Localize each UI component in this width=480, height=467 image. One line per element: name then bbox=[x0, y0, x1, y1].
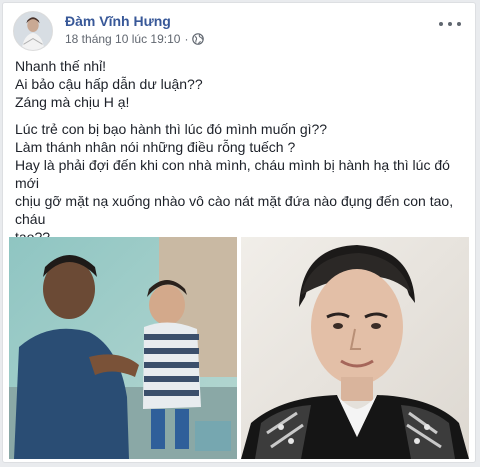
dot bbox=[448, 22, 452, 26]
globe-icon[interactable] bbox=[192, 33, 205, 45]
post-header: Đàm Vĩnh Hưng 18 tháng 10 lúc 19:10 · bbox=[13, 11, 465, 51]
post-line: chịu gỡ mặt nạ xuống nhào vô cào nát mặt… bbox=[15, 193, 454, 227]
author-avatar[interactable] bbox=[13, 11, 53, 51]
avatar-image bbox=[14, 12, 52, 50]
post-line: Nhanh thế nhỉ! bbox=[15, 58, 107, 74]
post-timestamp[interactable]: 18 tháng 10 lúc 19:10 bbox=[65, 32, 180, 46]
post-line: Ai bảo cậu hấp dẫn dư luận?? bbox=[15, 76, 203, 92]
post-options-icon[interactable] bbox=[439, 17, 461, 31]
photo-right-image bbox=[241, 237, 469, 459]
post-photos bbox=[9, 237, 469, 459]
photo-left-image bbox=[9, 237, 237, 459]
post-line: Hay là phải đợi đến khi con nhà mình, ch… bbox=[15, 157, 450, 191]
post-line: Làm thánh nhân nói những điều rỗng tuếch… bbox=[15, 139, 296, 155]
dot bbox=[457, 22, 461, 26]
post-card: Đàm Vĩnh Hưng 18 tháng 10 lúc 19:10 · Nh… bbox=[2, 2, 476, 463]
post-line: Lúc trẻ con bị bạo hành thì lúc đó mình … bbox=[15, 121, 328, 137]
author-name-link[interactable]: Đàm Vĩnh Hưng bbox=[65, 13, 171, 29]
photo-right[interactable] bbox=[241, 237, 469, 459]
post-meta: 18 tháng 10 lúc 19:10 · bbox=[65, 32, 205, 46]
post-line: Záng mà chịu H ạ! bbox=[15, 94, 130, 110]
dot bbox=[439, 22, 443, 26]
meta-separator: · bbox=[184, 32, 189, 46]
photo-left[interactable] bbox=[9, 237, 237, 459]
